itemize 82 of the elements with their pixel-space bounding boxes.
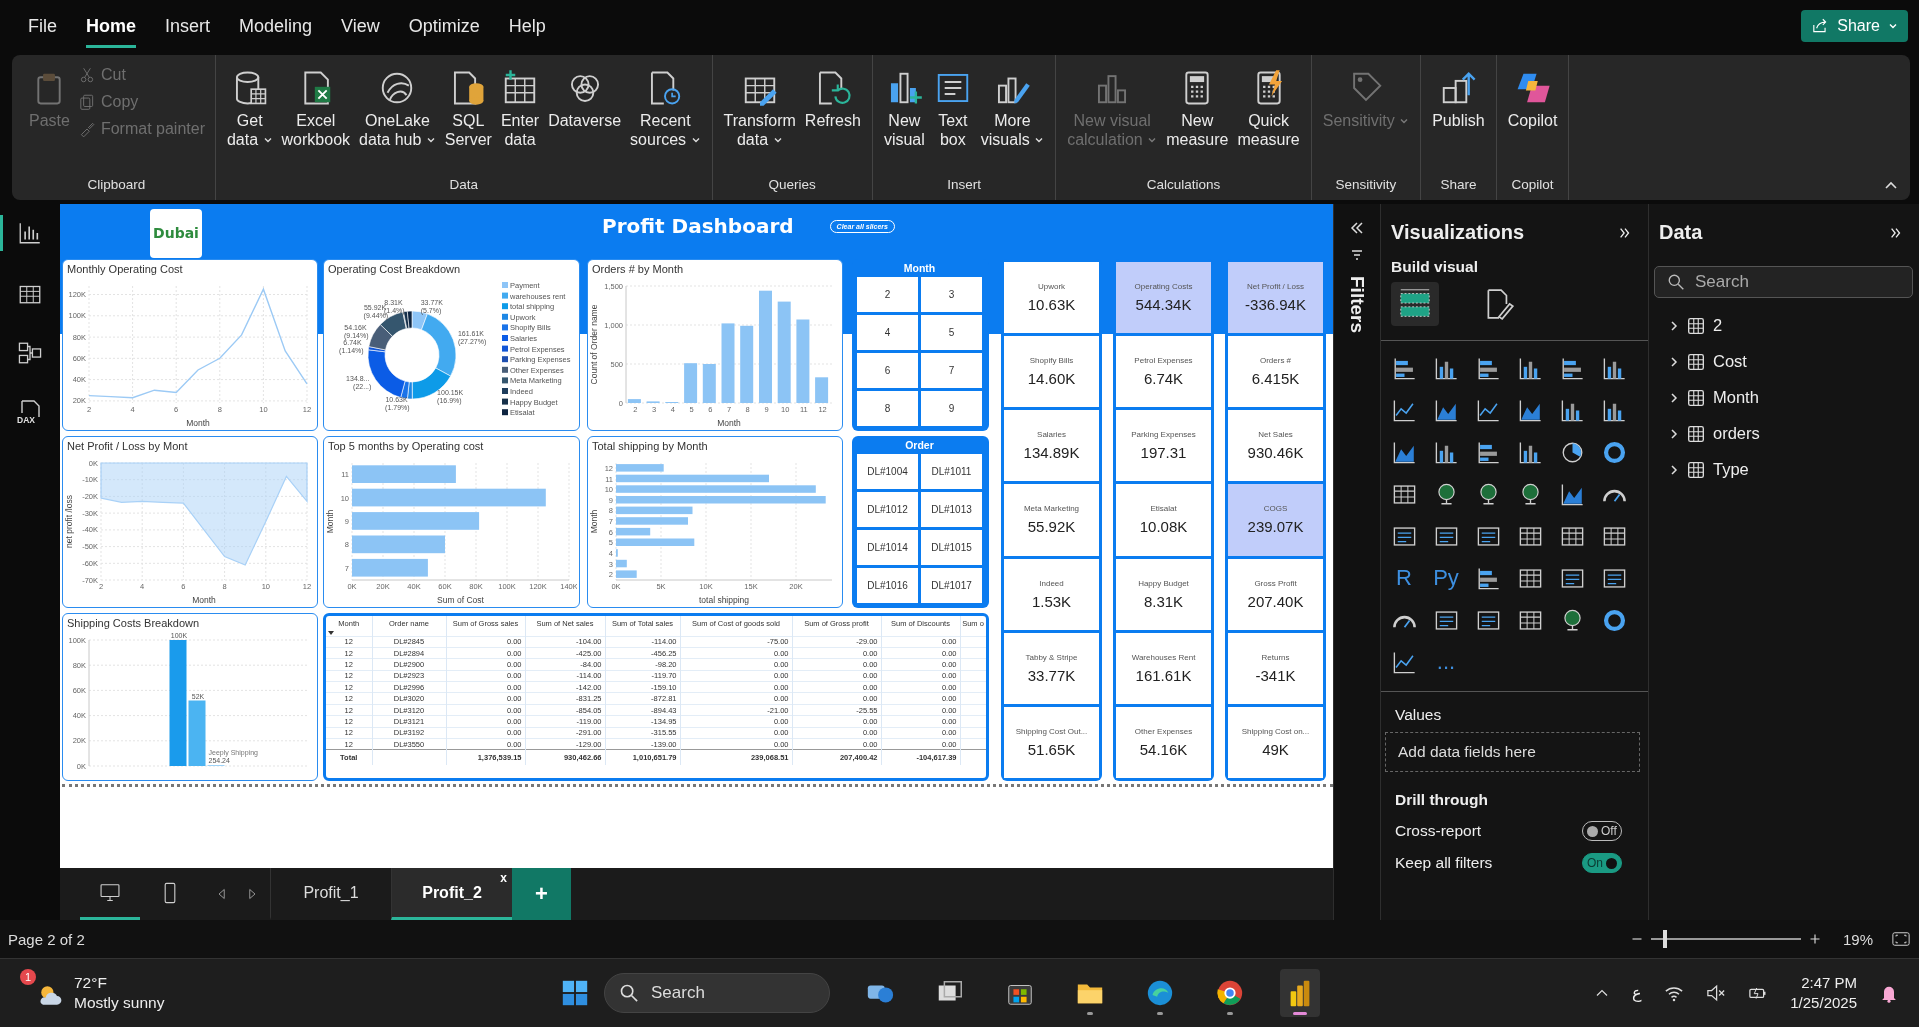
card-value: 10.08K: [1139, 518, 1188, 536]
card-value: 8.31K: [1143, 592, 1184, 610]
dashboard-title: Profit Dashboard: [602, 214, 794, 240]
card-label: Returns: [1261, 652, 1290, 662]
axis-title: Month: [589, 509, 599, 534]
chart-title: Net Profit / Loss by Mont: [66, 439, 189, 454]
card-label: Gross Profit: [1254, 578, 1297, 588]
axis-title: net profit /loss: [64, 495, 74, 548]
zoom-level: 19%: [1843, 930, 1875, 948]
chart-title: Monthly Operating Cost: [66, 262, 184, 277]
card-label: Salaries: [1037, 430, 1066, 440]
temperature: 72°F: [74, 973, 108, 993]
card-label: Operating Costs: [1134, 282, 1193, 292]
notification-badge: 1: [20, 969, 36, 985]
card-label: Shipping Cost Out...: [1015, 726, 1088, 736]
axis-title: Month: [186, 418, 210, 428]
weather-text: Mostly sunny: [74, 993, 165, 1013]
card-value: 51.65K: [1027, 740, 1076, 758]
group-label: Insert: [946, 177, 982, 194]
chart-title: Total shipping by Month: [591, 439, 709, 454]
axis-title: Month: [325, 509, 335, 534]
axis-title: total shipping: [698, 595, 750, 605]
axis-title: Month: [192, 595, 216, 605]
card-value: 207.40K: [1247, 592, 1304, 610]
page-indicator: Page 2 of 2: [8, 930, 85, 948]
toggle-label: Cross-report: [1395, 822, 1482, 840]
card-value: 6.74K: [1143, 370, 1184, 388]
card-value: 197.31: [1140, 444, 1187, 462]
card-label: Net Sales: [1258, 430, 1293, 440]
card-label: Net Profit / Loss: [1247, 282, 1304, 292]
axis-title: Count of Order name: [589, 304, 599, 385]
group-label: Data: [448, 177, 479, 194]
card-value: 6.415K: [1251, 370, 1300, 388]
card-label: Meta Marketing: [1023, 504, 1080, 514]
slicer-title: Order: [904, 438, 935, 453]
group-label: Clipboard: [86, 177, 147, 194]
card-value: 134.89K: [1023, 444, 1080, 462]
card-value: 161.61K: [1135, 666, 1192, 684]
card-label: Warehouses Rent: [1131, 652, 1196, 662]
card-label: Other Expenses: [1134, 726, 1193, 736]
card-label: Etisalat: [1150, 504, 1177, 514]
chart-title: Shipping Costs Breakdown: [66, 616, 201, 631]
group-label: Copilot: [1510, 177, 1555, 194]
card-value: 239.07K: [1247, 518, 1304, 536]
chart-title: Orders # by Month: [591, 262, 685, 277]
axis-title: Sum of Cost: [437, 595, 484, 605]
group-label: Calculations: [1145, 177, 1222, 194]
card-value: 49K: [1262, 740, 1289, 758]
card-label: Indeed: [1039, 578, 1064, 588]
card-label: Shopify Bills: [1029, 356, 1074, 366]
card-label: COGS: [1263, 504, 1288, 514]
card-label: Petrol Expenses: [1134, 356, 1193, 366]
axis-title: Month: [717, 418, 741, 428]
card-value: 1.53K: [1031, 592, 1072, 610]
slicer-title: Month: [902, 261, 937, 276]
chart-title: Top 5 months by Operating cost: [327, 439, 485, 454]
group-label: Queries: [767, 177, 817, 194]
group-label: Share: [1439, 177, 1478, 194]
pane-title: Visualizations: [1391, 221, 1524, 244]
pane-title: Data: [1659, 221, 1703, 244]
card-value: 544.34K: [1135, 296, 1192, 314]
toggle-label: Keep all filters: [1395, 854, 1493, 872]
card-value: 54.16K: [1139, 740, 1188, 758]
section-title: Values: [1394, 705, 1443, 724]
section-title: Build visual: [1390, 257, 1479, 277]
group-label: Sensitivity: [1334, 177, 1398, 194]
card-value: -341K: [1255, 666, 1296, 684]
card-value: 55.92K: [1027, 518, 1076, 536]
card-value: 33.77K: [1027, 666, 1076, 684]
card-label: Tabby & Stripe: [1025, 652, 1078, 662]
card-label: Orders #: [1259, 356, 1292, 366]
card-label: Shipping Cost on...: [1241, 726, 1310, 736]
card-label: Upwork: [1037, 282, 1066, 292]
card-label: Happy Budget: [1138, 578, 1189, 588]
section-title: Drill through: [1394, 790, 1489, 809]
logo: Dubai: [150, 208, 202, 258]
chart-title: Operating Cost Breakdown: [327, 262, 462, 277]
card-value: 14.60K: [1027, 370, 1076, 388]
card-value: 10.63K: [1027, 296, 1076, 314]
card-value: -336.94K: [1245, 296, 1306, 314]
card-value: 930.46K: [1247, 444, 1304, 462]
card-label: Parking Expenses: [1131, 430, 1196, 440]
